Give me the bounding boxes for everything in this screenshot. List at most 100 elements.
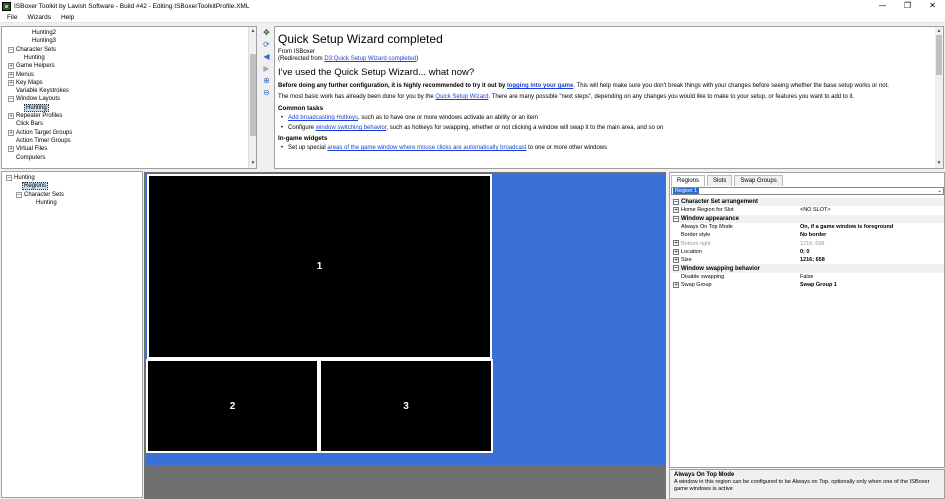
expand-icon[interactable]: + — [8, 79, 14, 86]
property-value[interactable]: No border — [800, 232, 826, 238]
property-row[interactable]: Disable swapping False — [671, 273, 944, 281]
scroll-thumb[interactable] — [936, 35, 942, 75]
refresh-icon[interactable]: ⟳ — [262, 40, 271, 49]
expand-icon[interactable]: + — [8, 129, 14, 136]
expand-icon[interactable]: + — [8, 146, 14, 153]
property-row[interactable]: + Swap Group Swap Group 1 — [671, 281, 944, 289]
tree-item[interactable]: Hunting — [24, 103, 49, 112]
menu-help[interactable]: Help — [56, 14, 79, 21]
tree-item[interactable]: Hunting3 — [32, 37, 56, 45]
back-icon[interactable]: ◀ — [262, 52, 271, 61]
chevron-down-icon[interactable]: ⌄ — [937, 187, 942, 194]
tree-item[interactable]: Variable Keystrokes — [16, 87, 69, 95]
collapse-icon[interactable]: − — [6, 175, 12, 181]
tab-regions[interactable]: Regions — [671, 175, 706, 186]
doc-paragraph-2: The most basic work has already been don… — [278, 94, 855, 100]
minimize-button[interactable]: — — [870, 0, 895, 12]
collapse-icon[interactable]: − — [16, 192, 22, 198]
layout-canvas[interactable]: 1 2 3 — [144, 172, 666, 499]
collapse-icon[interactable]: − — [8, 96, 14, 103]
property-row[interactable]: Border style No border — [671, 231, 944, 239]
tree-item[interactable]: Action Timer Groups — [16, 137, 71, 145]
close-button[interactable]: ✕ — [920, 0, 945, 12]
doc-scrollbar[interactable]: ▲ ▼ — [935, 27, 943, 168]
menu-wizards[interactable]: Wizards — [22, 14, 55, 21]
logging-in-link[interactable]: logging into your game — [507, 83, 573, 89]
tree-item[interactable]: − Window Layouts — [8, 95, 60, 103]
scroll-thumb[interactable] — [250, 54, 256, 136]
property-category[interactable]: − Character Set arrangement — [671, 198, 944, 207]
restore-button[interactable]: ❐ — [895, 0, 920, 12]
tree-item[interactable]: + Virtual Files — [8, 145, 47, 153]
collapse-icon[interactable]: − — [673, 215, 679, 222]
property-name: Home Region for Slot — [681, 207, 734, 214]
expand-icon[interactable]: + — [8, 113, 14, 119]
scroll-up-arrow[interactable]: ▲ — [250, 28, 256, 34]
property-value[interactable]: Swap Group 1 — [800, 282, 837, 288]
tree-item-charset-hunting[interactable]: Hunting — [36, 199, 57, 207]
expand-icon[interactable]: + — [673, 257, 679, 264]
properties-panel: Regions Slots Swap Groups Region 1 ⌄ − Ch… — [669, 172, 945, 468]
region-3[interactable]: 3 — [319, 359, 493, 453]
property-value[interactable]: 0; 0 — [800, 249, 809, 255]
title-bar: ISBoxer Toolkit by Lavish Software - Bui… — [0, 0, 945, 12]
expand-icon[interactable]: + — [673, 240, 679, 247]
property-value[interactable]: False — [800, 274, 813, 280]
tree-item-hunting[interactable]: − Hunting — [6, 174, 35, 182]
property-value[interactable]: 1216; 658 — [800, 241, 824, 247]
tree-item[interactable]: + Key Maps — [8, 79, 43, 87]
profile-tree[interactable]: ▲ ▼ Hunting2 Hunting3− Character Sets Hunti… — [1, 26, 257, 169]
layout-tree[interactable]: − Hunting Regions − Character Sets Hunting — [1, 171, 143, 498]
property-row[interactable]: + Home Region for Slot <NO SLOT> — [671, 206, 944, 214]
tree-item[interactable]: Hunting — [24, 54, 45, 62]
tree-scrollbar[interactable]: ▲ ▼ — [248, 27, 256, 168]
expand-icon[interactable]: + — [673, 207, 679, 214]
region-2[interactable]: 2 — [146, 359, 319, 453]
scroll-down-arrow[interactable]: ▼ — [250, 160, 256, 166]
window-switching-link[interactable]: window switching behavior — [316, 125, 387, 131]
forward-icon[interactable]: ▶ — [262, 64, 271, 73]
expand-icon[interactable]: + — [8, 71, 14, 78]
property-value[interactable]: On, if a game window is foreground — [800, 224, 893, 230]
tree-item[interactable]: Hunting2 — [32, 29, 56, 37]
menu-file[interactable]: File — [0, 14, 22, 21]
property-row[interactable]: Always On Top Mode On, if a game window i… — [671, 223, 944, 231]
region-1[interactable]: 1 — [147, 174, 492, 359]
property-category[interactable]: − Window swapping behavior — [671, 264, 944, 273]
region-select[interactable]: Region 1 ⌄ — [671, 187, 944, 195]
tree-item[interactable]: + Repeater Profiles — [8, 112, 62, 120]
quick-setup-wizard-link[interactable]: Quick Setup Wizard — [435, 94, 488, 100]
broadcasting-hotkeys-link[interactable]: Add broadcasting Hotkeys — [288, 115, 358, 121]
property-row[interactable]: + Size 1216; 658 — [671, 256, 944, 264]
scroll-up-arrow[interactable]: ▲ — [936, 28, 942, 34]
tree-item-regions[interactable]: Regions — [22, 182, 49, 190]
property-row[interactable]: + Location 0; 0 — [671, 248, 944, 256]
scroll-down-arrow[interactable]: ▼ — [936, 160, 942, 166]
collapse-icon[interactable]: − — [673, 199, 679, 205]
mouse-broadcast-link[interactable]: areas of the game window where mouse cli… — [327, 145, 526, 151]
collapse-icon[interactable]: − — [8, 46, 14, 53]
home-icon[interactable]: ✥ — [262, 28, 271, 37]
expand-icon[interactable]: + — [8, 63, 14, 70]
redirect-link[interactable]: D3:Quick Setup Wizard completed — [324, 56, 416, 62]
tree-item[interactable]: + Game Helpers — [8, 62, 55, 70]
property-row[interactable]: + Bottom right 1216; 658 — [671, 239, 944, 247]
tree-item[interactable]: Computers — [16, 154, 45, 162]
property-value[interactable]: 1216; 658 — [800, 257, 825, 263]
tree-item[interactable]: + Menus — [8, 71, 34, 79]
property-category[interactable]: − Window appearance — [671, 214, 944, 223]
zoom-in-icon[interactable]: ⊕ — [262, 76, 271, 85]
expand-icon[interactable]: + — [673, 281, 679, 288]
expand-icon[interactable]: + — [673, 248, 679, 255]
tree-item[interactable]: + Action Target Groups — [8, 129, 72, 137]
tree-item[interactable]: Click Bars — [16, 120, 43, 128]
zoom-out-icon[interactable]: ⊖ — [262, 88, 271, 97]
collapse-icon[interactable]: − — [673, 265, 679, 272]
property-value[interactable]: <NO SLOT> — [800, 207, 831, 213]
tree-item-character-sets[interactable]: − Character Sets — [16, 191, 64, 199]
tab-slots[interactable]: Slots — [707, 175, 733, 186]
tab-swap-groups[interactable]: Swap Groups — [734, 175, 783, 186]
property-grid[interactable]: − Character Set arrangement + Home Region f… — [671, 198, 944, 289]
tree-item[interactable]: − Character Sets — [8, 46, 56, 54]
property-name: Location — [681, 248, 702, 255]
